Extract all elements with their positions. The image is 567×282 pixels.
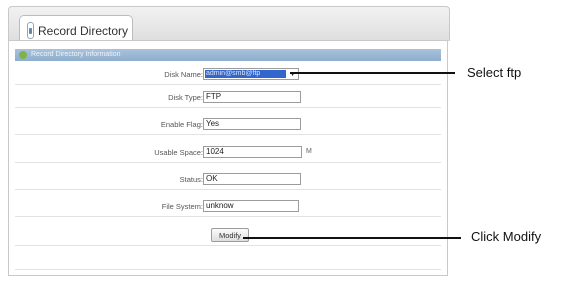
row-disk-type: Disk Type: FTP bbox=[15, 87, 441, 108]
info-icon bbox=[19, 51, 27, 59]
section-title: Record Directory Information bbox=[31, 51, 121, 58]
modify-button[interactable]: Modify bbox=[211, 228, 249, 242]
tab-label: Record Directory bbox=[38, 24, 129, 38]
click-modify-callout-line bbox=[243, 237, 461, 239]
status-label: Status: bbox=[179, 175, 203, 184]
row-usable-space: Usable Space: 1024 M bbox=[15, 142, 441, 163]
usable-space-field[interactable]: 1024 bbox=[203, 146, 302, 158]
click-modify-annotation: Click Modify bbox=[471, 229, 542, 244]
file-system-field[interactable]: unknow bbox=[203, 200, 299, 212]
row-enable-flag: Enable Flag: Yes bbox=[15, 114, 441, 135]
record-directory-panel: Record Directory Information Disk Name: … bbox=[8, 40, 448, 276]
section-header: Record Directory Information bbox=[15, 49, 441, 61]
row-disk-name: Disk Name: admin@smb@ftp ▼ bbox=[15, 64, 441, 85]
record-directory-icon bbox=[27, 22, 34, 39]
row-file-system: File System: unknow bbox=[15, 196, 441, 217]
enable-flag-label: Enable Flag: bbox=[160, 120, 203, 129]
select-ftp-callout-line bbox=[290, 72, 455, 74]
disk-type-field[interactable]: FTP bbox=[203, 91, 301, 103]
usable-space-label: Usable Space: bbox=[154, 148, 203, 157]
disk-name-select[interactable]: admin@smb@ftp ▼ bbox=[203, 68, 299, 80]
disk-name-label: Disk Name: bbox=[164, 70, 203, 79]
disk-name-selected-value: admin@smb@ftp bbox=[205, 70, 286, 78]
disk-type-label: Disk Type: bbox=[168, 93, 203, 102]
select-ftp-annotation: Select ftp bbox=[467, 65, 522, 80]
row-status: Status: OK bbox=[15, 169, 441, 190]
file-system-label: File System: bbox=[161, 202, 203, 211]
row-empty bbox=[15, 249, 441, 270]
status-field[interactable]: OK bbox=[203, 173, 301, 185]
row-actions: Modify bbox=[15, 225, 441, 246]
tab-strip: Record Directory bbox=[8, 6, 450, 47]
usable-space-unit: M bbox=[306, 148, 312, 155]
enable-flag-field[interactable]: Yes bbox=[203, 118, 301, 130]
